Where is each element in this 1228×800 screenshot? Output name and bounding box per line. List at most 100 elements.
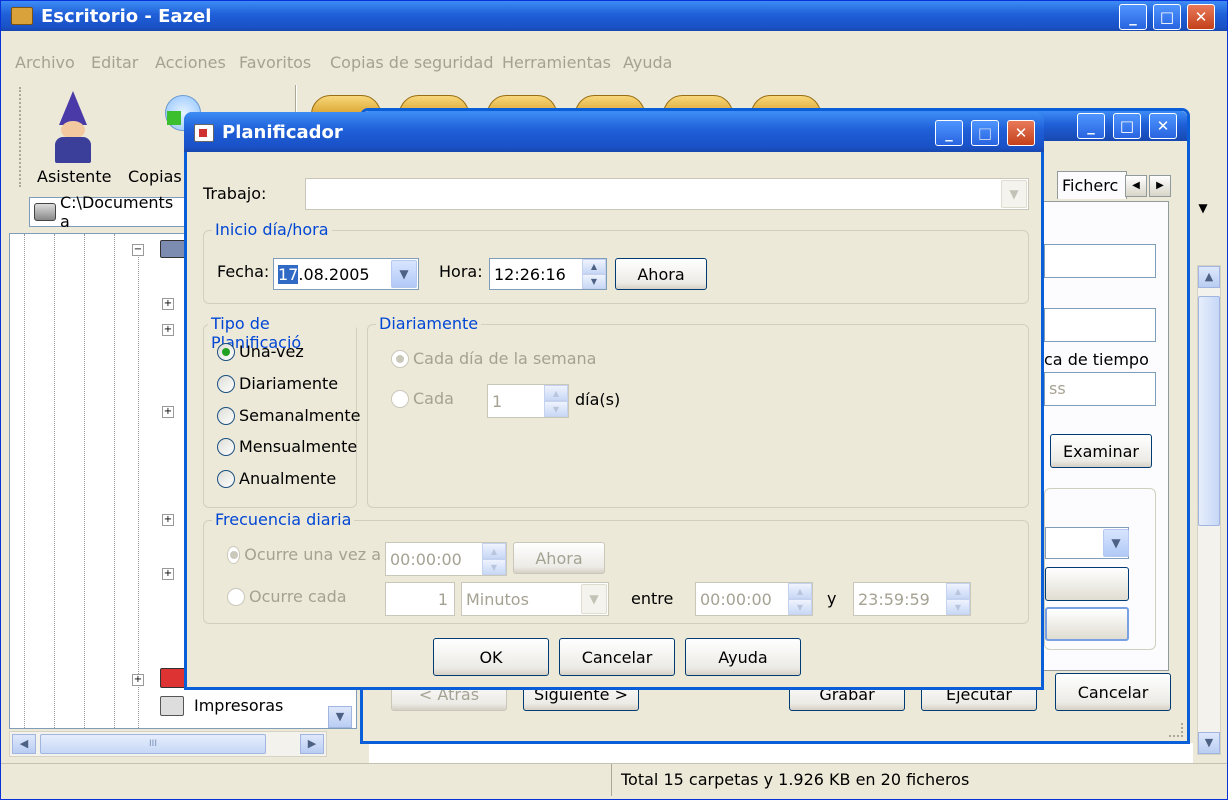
- scroll-right-button[interactable]: ▶: [300, 734, 324, 754]
- radio-una-vez[interactable]: Una-vez: [217, 342, 304, 361]
- vscroll-thumb[interactable]: [1198, 296, 1220, 526]
- wizard-field-2[interactable]: [1044, 308, 1156, 342]
- time-spin-buttons[interactable]: ▲ ▼: [582, 259, 606, 289]
- radio-label: Una-vez: [239, 342, 304, 361]
- dialog-close-button[interactable]: ✕: [1007, 120, 1035, 146]
- radio-mensualmente[interactable]: Mensualmente: [217, 437, 357, 456]
- app-icon: [11, 7, 33, 25]
- help-button[interactable]: Ayuda: [685, 638, 801, 676]
- days-spinner[interactable]: 1 ▲ ▼: [487, 384, 569, 418]
- between-end-value: 23:59:59: [858, 589, 930, 609]
- between-end-time[interactable]: 23:59:59 ▲ ▼: [853, 582, 971, 616]
- main-maximize-button[interactable]: □: [1153, 4, 1181, 30]
- ok-button[interactable]: OK: [433, 638, 549, 676]
- job-combo-arrow[interactable]: ▼: [1001, 180, 1027, 208]
- radio-each-weekday[interactable]: Cada día de la semana: [391, 349, 596, 368]
- radio-label: Ocurre una vez a: [244, 545, 381, 564]
- tree-item-printers[interactable]: Impresoras: [194, 696, 283, 715]
- radio-dot: [227, 545, 241, 564]
- radio-each-n-days[interactable]: Cada: [391, 389, 454, 408]
- occurs-once-time[interactable]: 00:00:00 ▲ ▼: [385, 542, 507, 576]
- occurs-once-spin[interactable]: ▲ ▼: [482, 543, 506, 575]
- wizard-toolbar-button[interactable]: Asistente: [31, 89, 119, 186]
- dialog-title-bar[interactable]: Planificador: [184, 112, 1044, 152]
- between-end-spin[interactable]: ▲ ▼: [946, 583, 970, 615]
- tree-scroll-down-button[interactable]: ▼: [328, 706, 352, 728]
- status-bar: Total 15 carpetas y 1.926 KB en 20 fiche…: [1, 763, 1227, 799]
- every-unit-combo[interactable]: Minutos ▼: [461, 582, 609, 616]
- time-field[interactable]: ss: [1044, 372, 1156, 406]
- folder-icon: [160, 240, 186, 258]
- wizard-inner-group: ▼: [1044, 488, 1156, 650]
- vscroll-down-button[interactable]: ▼: [1198, 732, 1220, 754]
- between-start-time[interactable]: 00:00:00 ▲ ▼: [695, 582, 813, 616]
- menu-copias[interactable]: Copias de seguridad: [330, 53, 494, 72]
- main-minimize-button[interactable]: _: [1119, 4, 1147, 30]
- wizard-combo-arrow[interactable]: ▼: [1103, 529, 1129, 557]
- tree-collapse-toggle[interactable]: −: [132, 244, 144, 256]
- dialog-minimize-button[interactable]: _: [935, 120, 963, 146]
- radio-occurs-once[interactable]: Ocurre una vez a: [227, 545, 381, 564]
- main-close-button[interactable]: ✕: [1187, 4, 1215, 30]
- tree-hscrollbar[interactable]: ◀ III ▶: [9, 731, 327, 757]
- wizard-option-button-1[interactable]: [1045, 567, 1129, 601]
- main-title-bar[interactable]: Escritorio - Eazel: [1, 1, 1227, 31]
- radio-label: Diariamente: [239, 374, 339, 393]
- radio-semanalmente[interactable]: Semanalmente: [217, 406, 360, 425]
- between-start-spin[interactable]: ▲ ▼: [788, 583, 812, 615]
- tab-scroll-right[interactable]: ▶: [1149, 175, 1171, 197]
- days-spin-buttons[interactable]: ▲ ▼: [544, 385, 568, 417]
- wizard-field-1[interactable]: [1044, 244, 1156, 278]
- right-dropdown-arrow[interactable]: ▼: [1193, 201, 1213, 221]
- scroll-thumb[interactable]: III: [40, 734, 266, 754]
- scheduler-dialog: Planificador _ □ ✕ Trabajo: ▼ Inicio día…: [184, 112, 1044, 690]
- radio-diariamente[interactable]: Diariamente: [217, 374, 338, 393]
- tree-expand-toggle[interactable]: +: [162, 514, 174, 526]
- radio-dot: [391, 349, 409, 368]
- every-unit-arrow[interactable]: ▼: [581, 584, 607, 614]
- vscroll-up-button[interactable]: ▲: [1198, 266, 1220, 288]
- date-label: Fecha:: [217, 262, 270, 281]
- menu-herramientas[interactable]: Herramientas: [502, 53, 611, 72]
- wizard-cancel-button[interactable]: Cancelar: [1055, 673, 1171, 711]
- radio-dot: [227, 587, 245, 606]
- tree-expand-toggle[interactable]: +: [162, 406, 174, 418]
- browse-button[interactable]: Examinar: [1050, 434, 1152, 468]
- main-vscrollbar[interactable]: ▲ ▼: [1197, 265, 1221, 755]
- tree-expand-toggle[interactable]: +: [162, 298, 174, 310]
- scroll-left-button[interactable]: ◀: [12, 734, 36, 754]
- tree-expand-toggle[interactable]: +: [162, 324, 174, 336]
- dialog-maximize-button[interactable]: □: [971, 120, 999, 146]
- resize-grip[interactable]: [1169, 723, 1183, 737]
- menu-acciones[interactable]: Acciones: [155, 53, 226, 72]
- time-spinner[interactable]: 12:26:16 ▲ ▼: [489, 258, 607, 290]
- wizard-option-button-2[interactable]: [1045, 607, 1129, 641]
- copies-toolbar-button[interactable]: Copias: [123, 89, 201, 186]
- radio-dot: [217, 469, 235, 488]
- wizard-close-button[interactable]: ✕: [1149, 113, 1177, 139]
- now-button-2[interactable]: Ahora: [513, 542, 605, 574]
- tab-scroll-left[interactable]: ◀: [1125, 175, 1147, 197]
- job-combo[interactable]: ▼: [305, 178, 1029, 210]
- wizard-minimize-button[interactable]: _: [1077, 113, 1105, 139]
- radio-anualmente[interactable]: Anualmente: [217, 469, 336, 488]
- tab-ficheros[interactable]: Ficherc: [1057, 171, 1127, 199]
- path-field[interactable]: C:\Documents a: [29, 193, 189, 231]
- dialog-cancel-button[interactable]: Cancelar: [559, 638, 675, 676]
- menu-favoritos[interactable]: Favoritos: [239, 53, 311, 72]
- tree-expand-toggle[interactable]: +: [132, 674, 144, 686]
- menu-archivo[interactable]: Archivo: [15, 53, 75, 72]
- tree-expand-toggle[interactable]: +: [162, 568, 174, 580]
- days-unit-label: día(s): [575, 390, 621, 409]
- now-button[interactable]: Ahora: [615, 258, 707, 290]
- every-value-field[interactable]: 1: [385, 582, 455, 616]
- daily-frequency-label: Frecuencia diaria: [212, 510, 355, 529]
- main-window-title: Escritorio - Eazel: [41, 5, 212, 27]
- radio-occurs-every[interactable]: Ocurre cada: [227, 587, 347, 606]
- date-picker[interactable]: 17 .08.2005 ▼: [273, 258, 419, 290]
- date-dropdown-arrow[interactable]: ▼: [391, 260, 417, 288]
- wizard-maximize-button[interactable]: □: [1113, 113, 1141, 139]
- menu-ayuda[interactable]: Ayuda: [623, 53, 672, 72]
- between-start-value: 00:00:00: [700, 589, 772, 609]
- menu-editar[interactable]: Editar: [91, 53, 138, 72]
